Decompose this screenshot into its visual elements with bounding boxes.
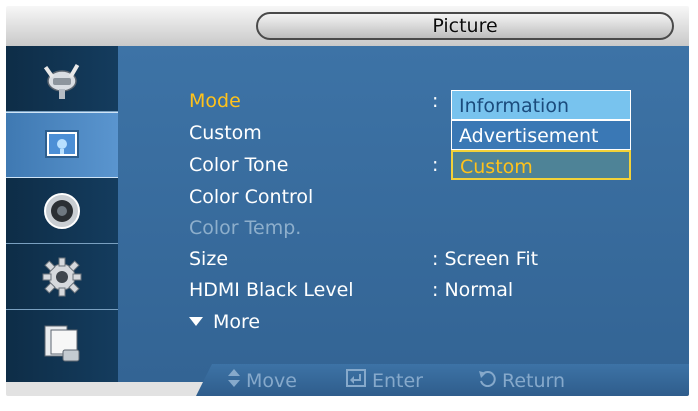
dropdown-option-custom[interactable]: Custom (451, 150, 631, 180)
picture-icon (45, 130, 79, 158)
enter-icon (346, 369, 366, 387)
footer-return-label: Return (502, 370, 566, 392)
footer-enter-label: Enter (372, 370, 423, 392)
menu-item-color-control[interactable]: Color Control (189, 182, 313, 212)
footer-return: Return (478, 368, 565, 394)
menu-item-mode[interactable]: Mode (189, 86, 241, 116)
osd-window: Picture Mode: Custom Color Tone: Color… (6, 6, 689, 396)
sidebar-item-multi-control[interactable] (6, 310, 118, 376)
menu-item-color-temp: Color Temp. (189, 217, 302, 239)
gear-icon (42, 257, 82, 296)
sidebar-item-sound[interactable] (6, 178, 118, 244)
up-down-arrow-icon (228, 369, 240, 387)
dropdown-option-advertisement[interactable]: Advertisement (451, 120, 631, 150)
sidebar (6, 46, 118, 382)
footer-move-label: Move (246, 370, 297, 392)
plug-icon (43, 63, 80, 99)
footer-move: Move (228, 368, 297, 394)
menu-value-mode: : (432, 90, 439, 112)
multi-screen-icon (44, 325, 80, 362)
menu-item-color-tone[interactable]: Color Tone (189, 150, 288, 180)
footer-enter: Enter (346, 368, 423, 394)
dropdown-option-information[interactable]: Information (451, 90, 631, 120)
menu-item-size[interactable]: Size (189, 244, 228, 274)
triangle-down-icon (189, 317, 203, 326)
menu-value-hdmi-black-level: : Normal (432, 279, 514, 301)
speaker-icon (44, 192, 80, 229)
menu-value-size: : Screen Fit (432, 248, 539, 270)
menu-item-custom[interactable]: Custom (189, 118, 262, 148)
menu-item-more[interactable]: More (189, 307, 260, 337)
header-bar: Picture (6, 6, 689, 47)
sidebar-item-input[interactable] (6, 46, 118, 112)
more-label: More (213, 311, 261, 333)
page-title: Picture (256, 12, 674, 40)
menu-item-hdmi-black-level[interactable]: HDMI Black Level (189, 275, 354, 305)
mode-dropdown: Information Advertisement Custom (451, 90, 631, 180)
return-icon (479, 371, 496, 387)
sidebar-item-picture[interactable] (6, 112, 118, 178)
menu-value-color-tone: : (432, 154, 439, 176)
menu-panel: Mode : Custom Color Tone : Color Control… (118, 46, 689, 382)
sidebar-item-setup[interactable] (6, 244, 118, 310)
